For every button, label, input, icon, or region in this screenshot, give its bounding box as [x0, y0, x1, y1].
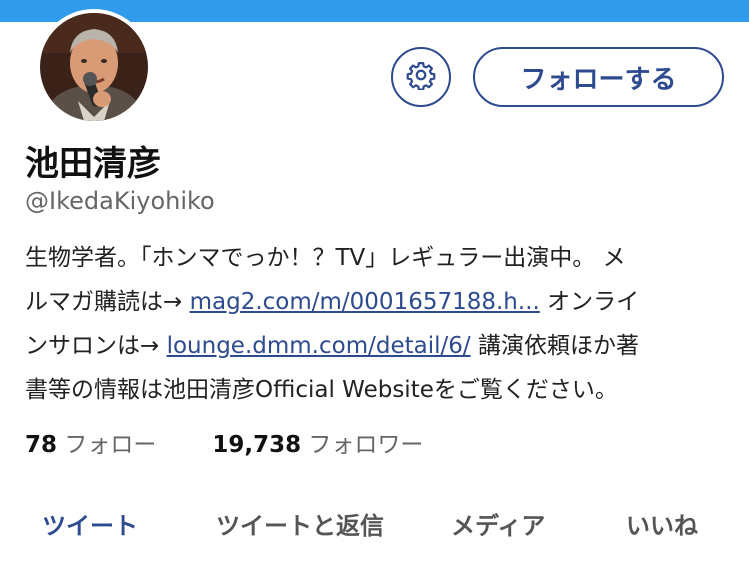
bio-line: ンサロンは→ lounge.dmm.com/detail/6/ 講演依頼ほか著 [25, 324, 730, 368]
avatar[interactable] [36, 9, 152, 125]
gear-icon [406, 60, 436, 94]
follow-button-label: フォローする [520, 64, 677, 95]
bio-line: ルマガ購読は→ mag2.com/m/0001657188.h... オンライ [25, 280, 730, 324]
tab-likes[interactable]: いいね [626, 506, 698, 541]
bio-line: 生物学者。「ホンマでっか！？TV」レギュラー出演中。 メ [25, 245, 626, 271]
tab-tweets-and-replies[interactable]: ツイートと返信 [216, 506, 384, 541]
bio-line: 書等の情報は池田清彦Official Websiteをご覧ください。 [25, 377, 618, 403]
followers-link[interactable]: 19,738 フォロワー [212, 432, 423, 458]
avatar-photo [40, 13, 148, 121]
following-link[interactable]: 78 フォロー [25, 432, 156, 458]
settings-button[interactable] [391, 47, 451, 107]
profile-name: 池田清彦 [25, 144, 161, 184]
following-count: 78 [25, 432, 58, 458]
bio-link-mag2[interactable]: mag2.com/m/0001657188.h... [190, 289, 540, 315]
bio-link-lounge[interactable]: lounge.dmm.com/detail/6/ [167, 333, 471, 359]
bio-text: オンライ [539, 289, 640, 315]
profile-bio: 生物学者。「ホンマでっか！？TV」レギュラー出演中。 メ ルマガ購読は→ mag… [25, 236, 730, 412]
followers-label: フォロワー [308, 432, 424, 458]
follow-button[interactable]: フォローする [473, 47, 724, 107]
followers-count: 19,738 [212, 432, 302, 458]
tab-media[interactable]: メディア [451, 506, 545, 541]
bio-text: ンサロンは→ [25, 333, 167, 359]
profile-handle: @IkedaKiyohiko [25, 187, 215, 215]
tab-tweets[interactable]: ツイート [42, 506, 138, 541]
profile-stats: 78 フォロー 19,738 フォロワー [25, 425, 423, 459]
following-label: フォロー [64, 432, 157, 458]
bio-text: ルマガ購読は→ [25, 289, 190, 315]
bio-text: 講演依頼ほか著 [470, 333, 639, 359]
